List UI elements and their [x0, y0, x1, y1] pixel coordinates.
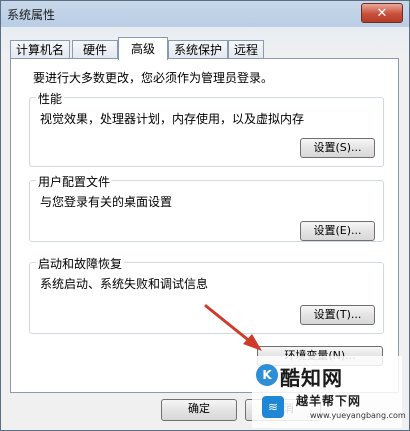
tab-advanced[interactable]: 高级 [118, 37, 168, 60]
watermark-brand: 酷知网 [280, 366, 343, 390]
watermark-site: 越羊帮下网 [296, 394, 362, 408]
watermark: K 酷知网 ≋ 越羊帮下网 www.yueyangbang.com [252, 356, 406, 428]
watermark-logo-icon: K [256, 364, 278, 386]
wifi-logo-icon: ≋ [262, 396, 284, 418]
watermark-url: www.yueyangbang.com [310, 411, 406, 420]
